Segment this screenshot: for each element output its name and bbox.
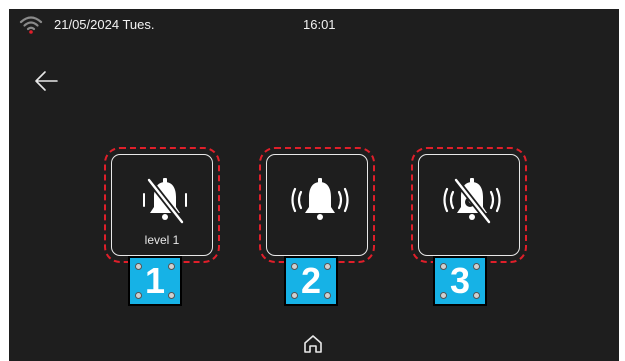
- screw-dot: [135, 263, 142, 270]
- mode-option-2[interactable]: [259, 147, 375, 263]
- bell-ringing-icon: [291, 178, 349, 220]
- screw-dot: [291, 292, 298, 299]
- option-number-tag: 3: [433, 256, 487, 306]
- status-date: 21/05/2024 Tues.: [54, 17, 155, 32]
- mode-option-1-tile[interactable]: level 1: [111, 154, 213, 256]
- status-bar: 21/05/2024 Tues. 16:01: [9, 9, 619, 43]
- home-icon: [304, 335, 322, 353]
- screw-dot: [135, 292, 142, 299]
- back-button[interactable]: [33, 69, 61, 93]
- screw-dot: [324, 263, 331, 270]
- mode-level-label: level 1: [144, 233, 180, 247]
- wifi-signal-icon: [19, 16, 43, 34]
- screw-dot: [168, 263, 175, 270]
- bell-muted-night-icon: [443, 178, 501, 224]
- option-number-tag: 2: [284, 256, 338, 306]
- mode-option-1[interactable]: level 1: [104, 147, 220, 263]
- option-number: 1: [144, 260, 166, 301]
- status-time: 16:01: [303, 17, 336, 32]
- screw-dot: [473, 292, 480, 299]
- home-button[interactable]: [302, 333, 324, 355]
- screw-dot: [168, 292, 175, 299]
- screw-dot: [291, 263, 298, 270]
- option-number-tag: 1: [128, 256, 182, 306]
- door-phone-screen: 21/05/2024 Tues. 16:01 level 1: [9, 9, 619, 361]
- back-arrow-icon: [35, 71, 58, 91]
- option-number: 2: [300, 260, 322, 301]
- option-number: 3: [449, 260, 471, 301]
- bell-muted-icon: [143, 178, 187, 224]
- screw-dot: [324, 292, 331, 299]
- screw-dot: [440, 292, 447, 299]
- mode-option-3[interactable]: [411, 147, 527, 263]
- mode-option-3-tile[interactable]: [418, 154, 520, 256]
- screw-dot: [440, 263, 447, 270]
- mode-option-2-tile[interactable]: [266, 154, 368, 256]
- screw-dot: [473, 263, 480, 270]
